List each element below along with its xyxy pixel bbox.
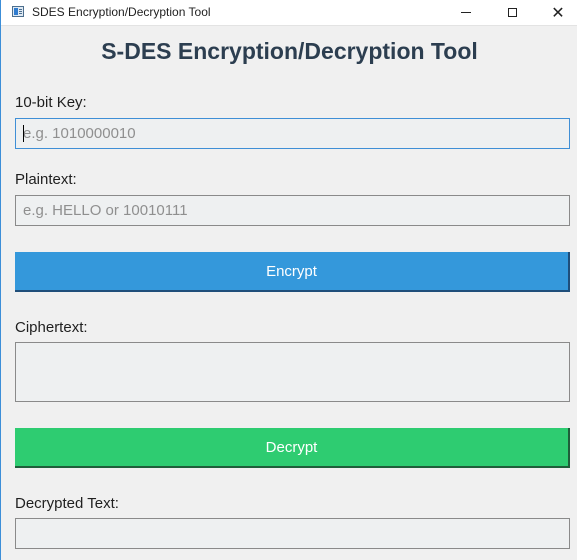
maximize-icon [507,8,517,17]
title-bar: SDES Encryption/Decryption Tool ✕ [1,0,577,26]
key-input[interactable] [15,118,570,149]
key-label: 10-bit Key: [15,94,87,111]
app-window: SDES Encryption/Decryption Tool ✕ S-DES … [0,0,577,560]
decrypt-button[interactable]: Decrypt [15,428,570,468]
minimize-button[interactable] [443,0,489,25]
decrypted-text-output[interactable] [15,518,570,549]
ciphertext-label: Ciphertext: [15,319,88,336]
decrypted-text-label: Decrypted Text: [15,495,119,512]
window-title: SDES Encryption/Decryption Tool [32,5,211,19]
plaintext-label: Plaintext: [15,171,77,188]
close-button[interactable]: ✕ [535,0,577,25]
encrypt-button[interactable]: Encrypt [15,252,570,292]
page-title: S-DES Encryption/Decryption Tool [101,38,478,64]
ciphertext-output[interactable] [15,342,570,402]
app-window-icon [12,6,24,17]
close-icon: ✕ [551,2,565,22]
minimize-icon [461,12,471,13]
plaintext-input[interactable] [15,195,570,226]
maximize-button[interactable] [489,0,535,25]
text-caret [23,125,24,142]
